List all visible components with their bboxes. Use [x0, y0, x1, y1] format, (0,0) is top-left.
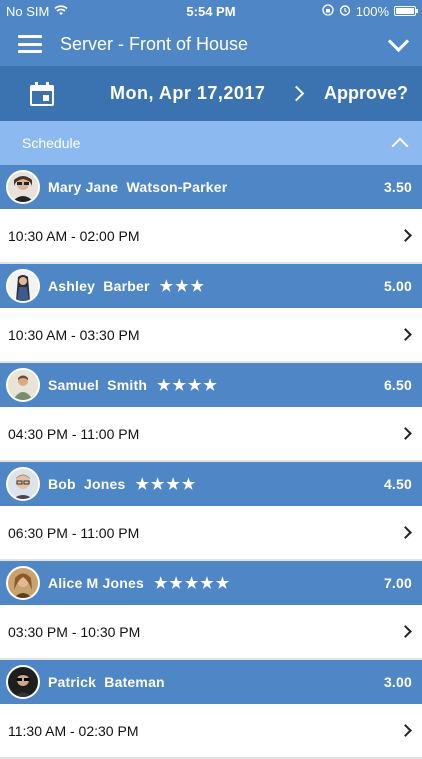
chevron-right-icon: [399, 229, 412, 242]
carrier-label: No SIM: [6, 3, 50, 19]
employee-name: Samuel Smith: [48, 377, 148, 393]
avatar: [6, 665, 40, 699]
rating-stars: ★★★: [159, 278, 206, 295]
status-left: No SIM: [6, 4, 68, 19]
employee-name: Mary Jane Watson-Parker: [48, 179, 228, 195]
menu-icon[interactable]: [18, 35, 42, 53]
employee-block: Samuel Smith ★★★★ 6.50 04:30 PM - 11:00 …: [0, 363, 422, 462]
shift-time: 10:30 AM - 03:30 PM: [8, 326, 140, 343]
employee-hours: 5.00: [383, 278, 412, 294]
schedule-list: Mary Jane Watson-Parker 3.50 10:30 AM - …: [0, 165, 422, 759]
shift-time: 03:30 PM - 10:30 PM: [8, 623, 141, 640]
shift-row[interactable]: 11:30 AM - 02:30 PM: [0, 704, 422, 759]
shift-row[interactable]: 03:30 PM - 10:30 PM: [0, 605, 422, 660]
employee-header: Bob Jones ★★★★ 4.50: [0, 462, 422, 506]
chevron-down-icon[interactable]: [387, 30, 410, 52]
next-date-icon[interactable]: [289, 85, 305, 102]
employee-block: Ashley Barber ★★★ 5.00 10:30 AM - 03:30 …: [0, 264, 422, 363]
employee-name: Bob Jones: [48, 476, 126, 492]
battery-icon: [394, 6, 418, 16]
avatar: [6, 566, 40, 600]
chevron-right-icon: [399, 625, 412, 638]
employee-hours: 3.50: [383, 179, 412, 195]
avatar: [6, 467, 40, 501]
shift-row[interactable]: 04:30 PM - 11:00 PM: [0, 407, 422, 462]
employee-name: Alice M Jones: [48, 575, 144, 591]
chevron-right-icon: [399, 724, 412, 737]
shift-row[interactable]: 10:30 AM - 02:00 PM: [0, 209, 422, 264]
employee-hours: 7.00: [383, 575, 412, 591]
shift-time: 06:30 PM - 11:00 PM: [8, 524, 140, 541]
employee-header: Alice M Jones ★★★★★ 7.00: [0, 561, 422, 605]
avatar: [6, 269, 40, 303]
employee-header: Samuel Smith ★★★★ 6.50: [0, 363, 422, 407]
schedule-section-header[interactable]: Schedule: [0, 121, 422, 165]
rotation-lock-icon: [322, 3, 334, 19]
employee-name: Patrick Bateman: [48, 674, 165, 690]
shift-time: 10:30 AM - 02:00 PM: [8, 227, 140, 244]
employee-hours: 4.50: [383, 476, 412, 492]
chevron-right-icon: [399, 526, 412, 539]
status-right: 100%: [322, 3, 418, 19]
employee-header: Mary Jane Watson-Parker 3.50: [0, 165, 422, 209]
nav-bar: Server - Front of House: [0, 22, 422, 66]
employee-name: Ashley Barber: [48, 278, 150, 294]
chevron-right-icon: [399, 427, 412, 440]
chevron-right-icon: [399, 328, 412, 341]
avatar: [6, 368, 40, 402]
rating-stars: ★★★★★: [153, 575, 232, 592]
shift-row[interactable]: 10:30 AM - 03:30 PM: [0, 308, 422, 363]
shift-time: 11:30 AM - 02:30 PM: [8, 722, 139, 739]
shift-time: 04:30 PM - 11:00 PM: [8, 425, 140, 442]
employee-hours: 6.50: [383, 377, 412, 393]
employee-block: Patrick Bateman 3.00 11:30 AM - 02:30 PM: [0, 660, 422, 759]
status-bar: No SIM 5:54 PM 100%: [0, 0, 422, 22]
employee-header: Ashley Barber ★★★ 5.00: [0, 264, 422, 308]
employee-header: Patrick Bateman 3.00: [0, 660, 422, 704]
wifi-icon: [54, 4, 68, 19]
calendar-icon[interactable]: [30, 81, 54, 106]
shift-row[interactable]: 06:30 PM - 11:00 PM: [0, 506, 422, 561]
battery-label: 100%: [355, 3, 389, 19]
rating-stars: ★★★★: [157, 377, 219, 394]
approve-button[interactable]: Approve?: [324, 83, 408, 104]
page-title: Server - Front of House: [60, 33, 249, 54]
rating-stars: ★★★★: [135, 476, 198, 493]
selected-date[interactable]: Mon, Apr 17,2017: [110, 83, 265, 104]
chevron-up-icon[interactable]: [391, 137, 409, 155]
schedule-label: Schedule: [22, 135, 81, 151]
employee-block: Bob Jones ★★★★ 4.50 06:30 PM - 11:00 PM: [0, 462, 422, 561]
employee-block: Mary Jane Watson-Parker 3.50 10:30 AM - …: [0, 165, 422, 264]
alarm-icon: [339, 4, 351, 19]
avatar: [6, 170, 40, 204]
employee-hours: 3.00: [383, 674, 412, 690]
employee-block: Alice M Jones ★★★★★ 7.00 03:30 PM - 10:3…: [0, 561, 422, 660]
date-bar: Mon, Apr 17,2017 Approve?: [0, 66, 422, 121]
